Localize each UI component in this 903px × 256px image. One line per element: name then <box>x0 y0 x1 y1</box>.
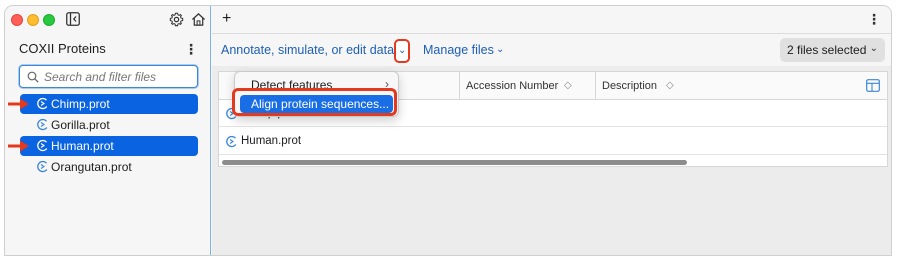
sidebar-titlebar <box>5 6 211 36</box>
protein-file-icon <box>37 160 48 173</box>
chevron-down-icon: ⌄ <box>869 43 878 54</box>
protein-file-icon <box>37 139 48 152</box>
project-menu-button[interactable]: ⋮ <box>184 41 198 57</box>
gear-icon[interactable] <box>169 12 184 27</box>
sidebar-toggle-icon[interactable] <box>66 12 80 26</box>
file-label: Chimp.prot <box>51 97 110 111</box>
files-selected-dropdown[interactable]: 2 files selected ⌄ <box>780 38 885 62</box>
annotation-arrow-icon <box>8 140 29 152</box>
annotation-arrow-icon <box>8 98 29 110</box>
protein-file-icon <box>37 118 48 131</box>
main-area: + ⋮ Annotate, simulate, or edit data ⌄ M… <box>212 6 891 255</box>
file-item-human[interactable]: Human.prot <box>20 136 198 156</box>
search-placeholder: Search and filter files <box>44 70 157 84</box>
minimize-window-button[interactable] <box>27 14 39 26</box>
protein-file-icon <box>226 135 237 148</box>
manage-files-button[interactable]: Manage files <box>423 43 494 57</box>
file-label: Human.prot <box>51 139 114 153</box>
row-file-name: Human.prot <box>241 135 302 147</box>
table-row[interactable]: Human.prot <box>219 129 887 155</box>
new-tab-button[interactable]: + <box>222 10 231 28</box>
toolbar: Annotate, simulate, or edit data ⌄ Manag… <box>212 34 891 66</box>
column-header-accession[interactable]: Accession Number ◇ <box>460 72 596 100</box>
horizontal-scrollbar[interactable] <box>222 160 687 165</box>
annotate-dropdown-button[interactable]: ⌄ <box>394 39 410 63</box>
column-header-label: Description <box>602 80 658 92</box>
close-window-button[interactable] <box>11 14 23 26</box>
sidebar: COXII Proteins ⋮ Search and filter files… <box>5 6 211 255</box>
file-item-chimp[interactable]: Chimp.prot <box>20 94 198 114</box>
search-input[interactable]: Search and filter files <box>19 65 198 88</box>
chevron-down-icon: ⌄ <box>496 44 505 55</box>
app-window: COXII Proteins ⋮ Search and filter files… <box>4 5 892 256</box>
search-icon <box>27 71 39 83</box>
column-header-label: Accession Number <box>466 80 559 92</box>
column-header-description[interactable]: Description ◇ <box>596 72 887 100</box>
columns-icon[interactable] <box>866 79 880 92</box>
file-label: Gorilla.prot <box>51 118 110 132</box>
protein-file-icon <box>37 97 48 110</box>
sort-icon: ◇ <box>666 80 674 91</box>
files-selected-label: 2 files selected <box>787 43 867 57</box>
sort-icon: ◇ <box>564 80 572 91</box>
file-label: Orangutan.prot <box>51 160 132 174</box>
home-icon[interactable] <box>191 12 206 27</box>
file-item-orangutan[interactable]: Orangutan.prot <box>20 157 198 177</box>
annotation-highlight-box <box>232 88 397 116</box>
file-item-gorilla[interactable]: Gorilla.prot <box>20 115 198 135</box>
chevron-down-icon: ⌄ <box>398 45 407 56</box>
zoom-window-button[interactable] <box>43 14 55 26</box>
tab-bar: + ⋮ <box>212 6 891 34</box>
project-title: COXII Proteins <box>19 41 106 56</box>
annotate-menu-button[interactable]: Annotate, simulate, or edit data <box>221 43 394 57</box>
window-menu-button[interactable]: ⋮ <box>867 11 881 27</box>
